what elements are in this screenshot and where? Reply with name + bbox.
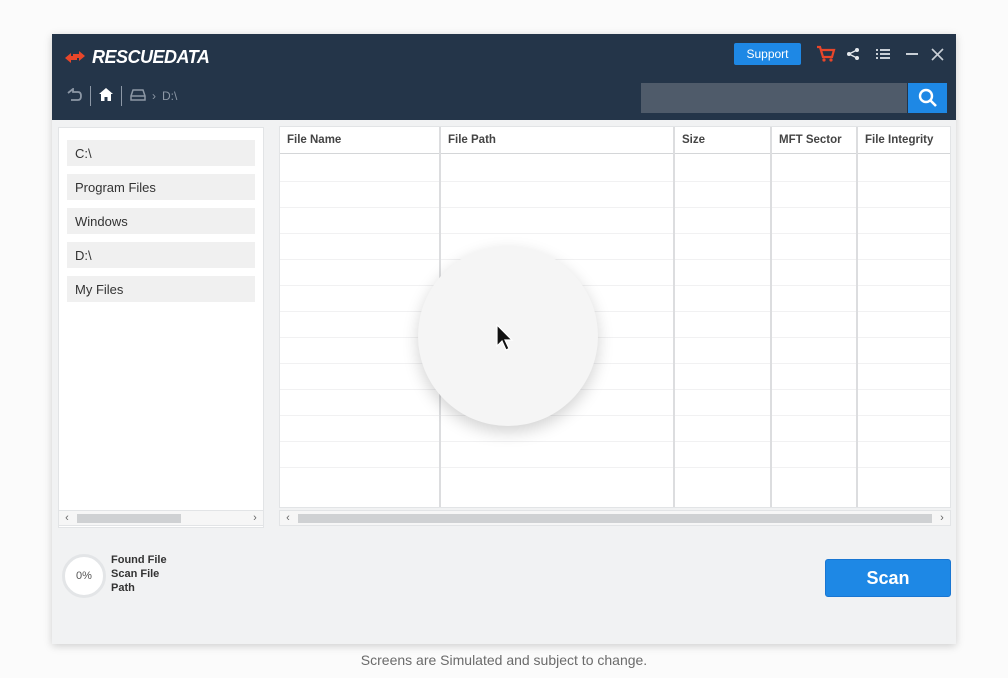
- home-icon[interactable]: [99, 88, 113, 104]
- progress-ring: 0%: [62, 554, 106, 598]
- scroll-left-icon[interactable]: ‹: [281, 511, 295, 525]
- scroll-right-icon[interactable]: ›: [935, 511, 949, 525]
- table-row: [280, 311, 950, 312]
- table-row: [280, 337, 950, 338]
- sidebar-scrollbar[interactable]: ‹ ›: [58, 510, 264, 526]
- column-divider[interactable]: [770, 127, 772, 507]
- table-row: [280, 363, 950, 364]
- table-row: [280, 389, 950, 390]
- status-scan-file: Scan File: [111, 568, 160, 580]
- sidebar-item-windows[interactable]: Windows: [67, 208, 255, 234]
- mouse-cursor-icon: [496, 324, 514, 351]
- table-row: [280, 181, 950, 182]
- column-header-mft-sector[interactable]: MFT Sector: [772, 127, 857, 154]
- toolbar-divider: [90, 86, 91, 106]
- column-header-size[interactable]: Size: [675, 127, 771, 154]
- logo-text: RESCUEDATA: [92, 46, 210, 67]
- share-icon[interactable]: [844, 44, 862, 64]
- breadcrumb: › D:\: [66, 86, 177, 106]
- drive-icon[interactable]: [130, 88, 146, 104]
- minimize-icon[interactable]: [903, 44, 921, 64]
- menu-icon[interactable]: [874, 44, 892, 64]
- progress-percent: 0%: [76, 570, 92, 582]
- search-input[interactable]: [641, 83, 907, 113]
- breadcrumb-chevron-icon: ›: [152, 89, 156, 103]
- scroll-thumb[interactable]: [298, 514, 932, 523]
- file-table: File Name File Path Size MFT Sector File…: [279, 126, 951, 508]
- scan-button[interactable]: Scan: [825, 559, 951, 597]
- table-row: [280, 285, 950, 286]
- sidebar-item-program-files[interactable]: Program Files: [67, 174, 255, 200]
- table-row: [280, 259, 950, 260]
- column-divider[interactable]: [673, 127, 675, 507]
- logo-mark-icon: [65, 51, 85, 63]
- scroll-thumb[interactable]: [77, 514, 181, 523]
- column-header-file-path[interactable]: File Path: [441, 127, 674, 154]
- scroll-right-icon[interactable]: ›: [248, 511, 262, 525]
- scan-status: Found File Scan File Path: [111, 553, 167, 595]
- sidebar-item-d-drive[interactable]: D:\: [67, 242, 255, 268]
- status-path: Path: [111, 582, 135, 594]
- cart-icon[interactable]: [815, 44, 837, 64]
- support-button[interactable]: Support: [734, 43, 801, 65]
- table-row: [280, 207, 950, 208]
- breadcrumb-path[interactable]: D:\: [162, 89, 177, 103]
- table-scrollbar[interactable]: ‹ ›: [279, 510, 951, 526]
- search-icon: [918, 88, 937, 107]
- logo: RESCUEDATA: [62, 43, 210, 71]
- table-row: [280, 467, 950, 468]
- back-icon[interactable]: [66, 86, 82, 105]
- scroll-left-icon[interactable]: ‹: [60, 511, 74, 525]
- folder-sidebar: C:\ Program Files Windows D:\ My Files: [58, 127, 264, 528]
- close-icon[interactable]: [928, 44, 946, 64]
- column-divider[interactable]: [856, 127, 858, 507]
- table-row: [280, 233, 950, 234]
- sidebar-item-c-drive[interactable]: C:\: [67, 140, 255, 166]
- table-row: [280, 415, 950, 416]
- column-header-file-name[interactable]: File Name: [280, 127, 440, 154]
- column-header-file-integrity[interactable]: File Integrity: [858, 127, 950, 154]
- cursor-spotlight: [418, 246, 598, 426]
- sidebar-item-my-files[interactable]: My Files: [67, 276, 255, 302]
- status-found-file: Found File: [111, 554, 167, 566]
- search-button[interactable]: [908, 83, 947, 113]
- title-bar: RESCUEDATA Support › D:\: [52, 34, 956, 120]
- toolbar-divider: [121, 86, 122, 106]
- table-row: [280, 441, 950, 442]
- disclaimer-caption: Screens are Simulated and subject to cha…: [360, 652, 648, 668]
